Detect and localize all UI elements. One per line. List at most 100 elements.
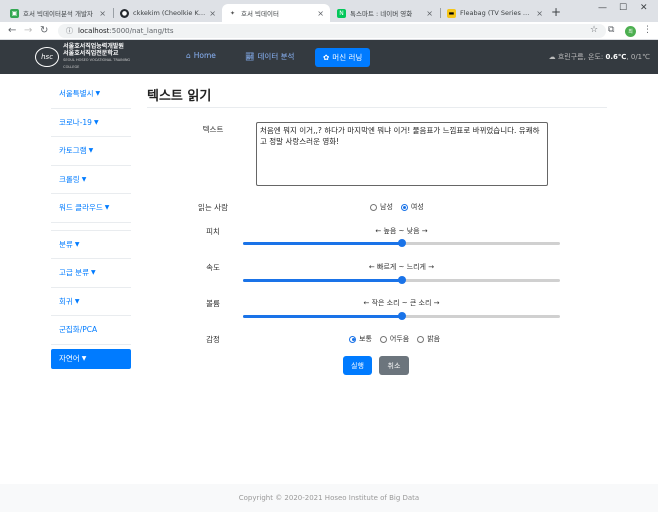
sidebar-item-label: 서울특별시 xyxy=(59,89,94,99)
sidebar-item-classification[interactable]: 분류 ▼ xyxy=(51,231,131,259)
browser-tab-active[interactable]: ✦ 호서 빅데이터 × xyxy=(222,4,330,22)
emotion-option-bright[interactable]: 밝음 xyxy=(417,334,440,344)
browser-tab[interactable]: ▣ 호서 빅데이터분석 개발자 × xyxy=(4,4,112,22)
caret-down-icon: ▼ xyxy=(93,118,99,126)
radio-label: 보통 xyxy=(359,335,372,343)
reader-option-male[interactable]: 남성 xyxy=(370,202,393,212)
footer: Copyright © 2020-2021 Hoseo Institute of… xyxy=(0,484,658,512)
radio-button-selected[interactable] xyxy=(349,335,356,343)
nav-data-analysis[interactable]: 📈︎ 데이터 분석 xyxy=(245,51,294,62)
sidebar-item-label: 자연어 xyxy=(59,354,80,363)
radio-button[interactable] xyxy=(379,335,387,343)
close-icon[interactable]: × xyxy=(99,9,106,18)
speed-slider[interactable] xyxy=(243,275,560,285)
sidebar-item-cartogram[interactable]: 카토그램 ▼ xyxy=(51,137,131,166)
emotion-option-normal[interactable]: 보통 xyxy=(349,334,372,344)
sidebar-item-label: 고급 분류 xyxy=(59,268,89,278)
reader-label: 읽는 사람 xyxy=(198,203,228,212)
close-icon[interactable]: × xyxy=(209,9,216,18)
forward-icon[interactable]: → xyxy=(24,25,32,36)
caret-down-icon: ▼ xyxy=(81,175,87,183)
profile-avatar[interactable]: 최 xyxy=(625,26,636,37)
text-input[interactable] xyxy=(256,122,548,186)
minimize-icon[interactable]: — xyxy=(598,3,607,13)
info-icon[interactable]: ⓘ xyxy=(66,26,73,36)
window-close-icon[interactable]: ✕ xyxy=(640,3,648,13)
caret-down-icon: ▼ xyxy=(74,240,80,248)
weather-suffix: , 0/1℃ xyxy=(626,53,650,61)
reader-option-female[interactable]: 여성 xyxy=(400,202,424,212)
run-button[interactable]: 실행 xyxy=(343,356,372,375)
nav-home[interactable]: ⌂ Home xyxy=(186,51,216,60)
caret-down-icon: ▼ xyxy=(104,204,110,212)
back-icon[interactable]: ← xyxy=(8,25,16,36)
sidebar-divider xyxy=(51,223,131,231)
slider-thumb[interactable] xyxy=(397,312,406,320)
url-input[interactable]: ⓘ localhost:5000/nat_lang/tts xyxy=(58,24,606,38)
radio-button-selected[interactable] xyxy=(400,203,408,211)
sidebar-item-label: 군집화/PCA xyxy=(59,325,98,335)
sidebar-item-wordcloud[interactable]: 워드 클라우드 ▼ xyxy=(51,194,131,223)
browser-tab[interactable]: ▬ Fleabag (TV Series 2016-20 × xyxy=(441,4,549,22)
copyright-text: Copyright © 2020-2021 Hoseo Institute of… xyxy=(238,494,420,502)
radio-label: 여성 xyxy=(410,203,424,211)
sidebar-item-covid[interactable]: 코로나-19 ▼ xyxy=(51,109,131,137)
site-navbar: hsc 서울호서직업능력개발원 서울호서직업전문학교 SEOUL HOSEO V… xyxy=(0,40,658,74)
radio-label: 밝음 xyxy=(427,335,441,343)
naver-icon: N xyxy=(337,8,346,18)
sidebar: 서울특별시 ▼ 코로나-19 ▼ 카토그램 ▼ 크롤링 ▼ 워드 클라우드 ▼ 분류 ▼ 고… xyxy=(51,80,131,369)
maximize-icon[interactable]: ☐ xyxy=(619,3,627,13)
tab-title: ckkekim (Cheolkie Kim) xyxy=(133,9,206,17)
logo-emblem-icon: hsc xyxy=(35,47,60,67)
pitch-label: 피치 xyxy=(206,227,220,236)
tab-title: 호서 빅데이터분석 개발자 xyxy=(23,10,93,18)
sidebar-item-label: 카토그램 xyxy=(59,146,87,156)
nav-home-label: Home xyxy=(193,51,216,60)
slider-thumb[interactable] xyxy=(397,239,406,247)
radio-button[interactable] xyxy=(370,203,377,211)
sidebar-item-label: 분류 xyxy=(59,239,73,249)
close-icon[interactable]: × xyxy=(536,9,543,18)
volume-slider[interactable] xyxy=(243,311,560,321)
sidebar-item-label: 회귀 xyxy=(59,296,73,306)
sidebar-item-clustering[interactable]: 군집화/PCA xyxy=(51,316,131,345)
volume-label: 볼륨 xyxy=(206,299,220,308)
sidebar-item-seoul[interactable]: 서울특별시 ▼ xyxy=(51,80,131,109)
sidebar-item-advanced-classification[interactable]: 고급 분류 ▼ xyxy=(51,259,131,288)
close-icon[interactable]: × xyxy=(426,9,433,18)
slider-thumb[interactable] xyxy=(397,276,406,284)
emotion-option-dark[interactable]: 어두움 xyxy=(379,334,410,344)
radio-button[interactable] xyxy=(417,335,425,343)
emotion-radio-group: 보통 어두움 밝음 xyxy=(349,334,440,344)
url-path: :5000/nat_lang/tts xyxy=(109,27,174,35)
site-logo[interactable]: hsc 서울호서직업능력개발원 서울호서직업전문학교 SEOUL HOSEO V… xyxy=(35,43,135,70)
caret-down-icon: ▼ xyxy=(81,355,87,362)
caret-down-icon: ▼ xyxy=(88,147,94,155)
sidebar-item-label: 코로나-19 xyxy=(59,117,92,127)
speed-caption: ← 빠르게 ~ 느리게 → xyxy=(368,263,435,271)
sidebar-item-regression[interactable]: 회귀 ▼ xyxy=(51,288,131,316)
extensions-icon[interactable]: ⧉ xyxy=(608,25,614,35)
sidebar-item-crawling[interactable]: 크롤링 ▼ xyxy=(51,166,131,194)
browser-tab-bar: ▣ 호서 빅데이터분석 개발자 × ● ckkekim (Cheolkie Ki… xyxy=(0,0,658,22)
browser-tab[interactable]: ● ckkekim (Cheolkie Kim) × xyxy=(114,4,222,22)
reload-icon[interactable]: ↻ xyxy=(40,25,48,36)
menu-kebab-icon[interactable]: ⋮ xyxy=(643,25,652,35)
browser-tab[interactable]: N 톡스마트 : 네이버 영화 × xyxy=(331,4,439,22)
tab-title: 톡스마트 : 네이버 영화 xyxy=(350,10,413,18)
nav-machine-learning[interactable]: ✿ 머신 러닝 xyxy=(315,48,371,67)
chart-icon: 📈︎ xyxy=(245,52,255,61)
caret-down-icon: ▼ xyxy=(90,269,96,277)
cancel-button[interactable]: 취소 xyxy=(379,356,409,375)
site-favicon-icon: ✦ xyxy=(228,8,237,18)
close-icon[interactable]: × xyxy=(317,9,324,18)
pitch-slider[interactable] xyxy=(243,238,560,248)
sidebar-item-natural-language[interactable]: 자연어 ▼ xyxy=(51,348,131,369)
new-tab-button[interactable]: + xyxy=(551,5,561,19)
page-title: 텍스트 읽기 xyxy=(147,89,212,104)
radio-label: 어두움 xyxy=(389,335,410,343)
title-divider xyxy=(147,107,607,108)
bookmark-star-icon[interactable]: ☆ xyxy=(590,25,598,35)
sidebar-item-label: 크롤링 xyxy=(59,174,80,184)
speed-label: 속도 xyxy=(206,263,220,272)
